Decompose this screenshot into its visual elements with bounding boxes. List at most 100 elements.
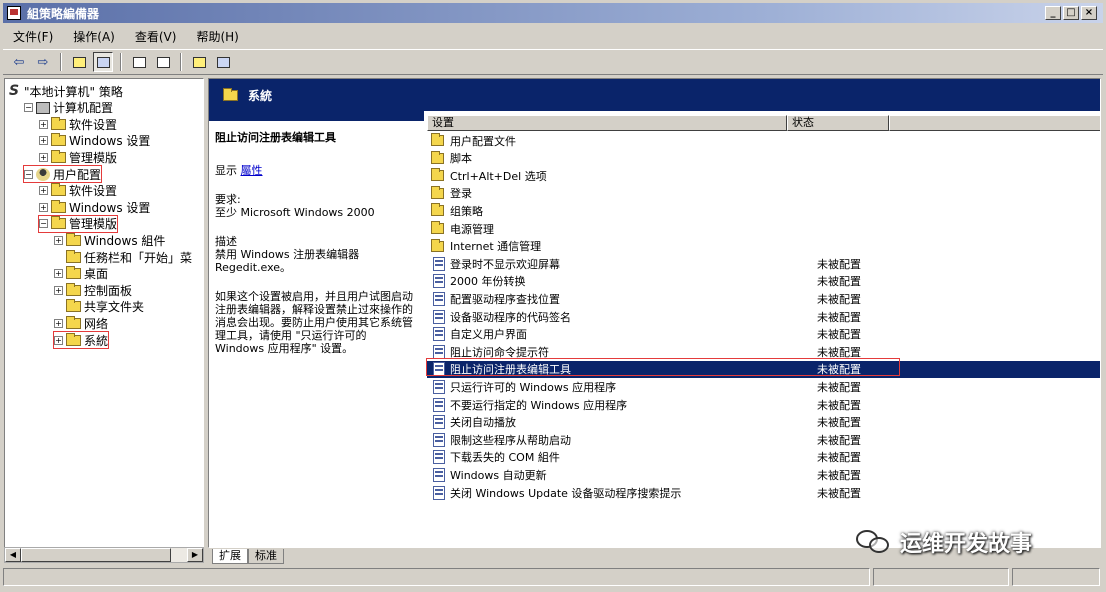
close-button[interactable]: × (1081, 6, 1097, 20)
list-item[interactable]: 2000 年份转换 未被配置 (427, 273, 1100, 290)
tree-node[interactable]: + 系統 (52, 331, 110, 349)
tree-node-label: 系統 (84, 333, 109, 348)
tree-node[interactable]: + Windows 組件 (54, 232, 165, 248)
forward-arrow-icon[interactable]: ⇨ (33, 52, 53, 72)
list-item[interactable]: 关闭自动播放 未被配置 (427, 414, 1100, 431)
help-icon[interactable] (189, 52, 209, 72)
list-item[interactable]: Ctrl+Alt+Del 选项 (427, 167, 1100, 184)
tab-standard[interactable]: 标准 (248, 549, 284, 564)
scroll-thumb[interactable] (21, 548, 171, 562)
maximize-button[interactable]: □ (1063, 6, 1079, 20)
list-item[interactable]: Internet 通信管理 (427, 238, 1100, 255)
setting-status: 未被配置 (817, 433, 861, 447)
tree-node-label: 软件设置 (69, 184, 118, 199)
expand-icon[interactable]: + (54, 318, 63, 328)
window-title: 組策略編備器 (27, 6, 100, 21)
list-item[interactable]: 关闭 Windows Update 设备驱动程序搜索提示 未被配置 (427, 484, 1100, 501)
folder-icon (51, 133, 66, 147)
column-setting[interactable]: 设置 (427, 115, 787, 131)
list-item[interactable]: 阻止访问注册表编辑工具 未被配置 (427, 360, 1100, 378)
tree-node[interactable]: + 网络 (54, 315, 108, 331)
tree-node[interactable]: 共享文件夹 (54, 299, 144, 315)
column-status[interactable]: 状态 (787, 115, 889, 131)
tree-node-label: Windows 組件 (84, 233, 166, 248)
tree-node[interactable]: + 管理模版 (39, 149, 117, 165)
tree-node-label: 计算机配置 (53, 101, 114, 116)
export-list-icon[interactable] (153, 52, 173, 72)
list-item[interactable]: 配置驱动程序查找位置 未被配置 (427, 290, 1100, 307)
watermark: 运维开发故事 (856, 525, 1086, 559)
expand-icon[interactable]: + (54, 235, 63, 245)
menu-action[interactable]: 操作(A) (63, 28, 125, 45)
properties-link[interactable]: 屬性 (241, 164, 263, 177)
collapse-icon[interactable]: − (24, 103, 33, 113)
tree-node[interactable]: − 计算机配置 (24, 100, 113, 116)
tree-node-label: 控制面板 (84, 283, 133, 298)
scroll-left-icon[interactable]: ◀ (5, 548, 21, 562)
list-item[interactable]: 脚本 (427, 150, 1100, 167)
tree-horizontal-scrollbar[interactable]: ◀ ▶ (4, 547, 204, 563)
list-item[interactable]: Windows 自动更新 未被配置 (427, 466, 1100, 483)
menu-help[interactable]: 帮助(H) (186, 28, 248, 45)
list-item[interactable]: 自定义用户界面 未被配置 (427, 326, 1100, 343)
expand-icon[interactable]: + (39, 186, 48, 196)
list-item[interactable]: 登录时不显示欢迎屏幕 未被配置 (427, 255, 1100, 272)
folder-icon (431, 238, 444, 252)
up-folder-icon[interactable] (69, 52, 89, 72)
menu-view[interactable]: 查看(V) (125, 28, 187, 45)
list-item[interactable]: 阻止访问命令提示符 未被配置 (427, 343, 1100, 360)
tree-node-label: 软件设置 (69, 117, 118, 132)
list-item[interactable]: 不要运行指定的 Windows 应用程序 未被配置 (427, 396, 1100, 413)
tree-node[interactable]: − 用户配置 (22, 165, 103, 183)
folder-icon (223, 87, 238, 101)
tree-node[interactable]: + 桌面 (54, 266, 108, 282)
tree-node[interactable]: 任務栏和「开始」菜 (54, 249, 192, 265)
tree-node-label: 网络 (84, 316, 109, 331)
expand-icon[interactable]: + (39, 152, 48, 162)
folder-icon (66, 266, 81, 280)
collapse-icon[interactable]: − (39, 219, 48, 229)
list-item[interactable]: 限制这些程序从帮助启动 未被配置 (427, 431, 1100, 448)
expand-icon[interactable]: + (39, 202, 48, 212)
tree-node[interactable]: S "本地计算机" 策略 (9, 83, 123, 99)
tree-node[interactable]: + 软件设置 (39, 116, 117, 132)
list-item[interactable]: 设备驱动程序的代码签名 未被配置 (427, 308, 1100, 325)
console-icon[interactable] (213, 52, 233, 72)
collapse-icon[interactable]: − (24, 169, 33, 179)
menu-file[interactable]: 文件(F) (3, 28, 63, 45)
expand-icon[interactable]: + (39, 119, 48, 129)
expand-icon[interactable]: + (54, 269, 63, 279)
policy-setting-icon (433, 309, 445, 324)
folder-icon (66, 315, 81, 329)
expand-icon[interactable]: + (54, 285, 63, 295)
properties-icon[interactable] (129, 52, 149, 72)
list-item[interactable]: 电源管理 (427, 220, 1100, 237)
watermark-text: 运维开发故事 (900, 532, 1033, 557)
setting-status: 未被配置 (817, 345, 861, 359)
back-arrow-icon[interactable]: ⇦ (9, 52, 29, 72)
tree-node[interactable]: + Windows 设置 (39, 133, 150, 149)
setting-name: 设备驱动程序的代码签名 (450, 310, 571, 324)
app-icon (7, 6, 21, 20)
tree-node[interactable]: + Windows 设置 (39, 199, 150, 215)
tree-node[interactable]: + 控制面板 (54, 282, 132, 298)
wechat-icon (856, 528, 892, 556)
list-item[interactable]: 组策略 (427, 202, 1100, 219)
minimize-button[interactable]: _ (1045, 6, 1061, 20)
list-item[interactable]: 用户配置文件 (427, 132, 1100, 149)
scroll-right-icon[interactable]: ▶ (187, 548, 203, 562)
list-item[interactable]: 只运行许可的 Windows 应用程序 未被配置 (427, 378, 1100, 395)
tree-node[interactable]: + 软件设置 (39, 183, 117, 199)
expand-icon[interactable]: + (39, 136, 48, 146)
toolbar: ⇦ ⇨ (3, 49, 1103, 75)
policy-setting-icon (433, 432, 445, 447)
list-item[interactable]: 下载丢失的 COM 組件 未被配置 (427, 449, 1100, 466)
status-cell (1012, 568, 1100, 586)
show-hide-tree-icon[interactable] (93, 52, 113, 72)
tab-extended[interactable]: 扩展 (212, 549, 248, 564)
setting-name: 自定义用户界面 (450, 328, 527, 342)
list-item[interactable]: 登录 (427, 185, 1100, 202)
policy-setting-icon (433, 450, 445, 465)
tree-node[interactable]: − 管理模版 (37, 214, 119, 233)
expand-icon[interactable]: + (54, 335, 63, 345)
